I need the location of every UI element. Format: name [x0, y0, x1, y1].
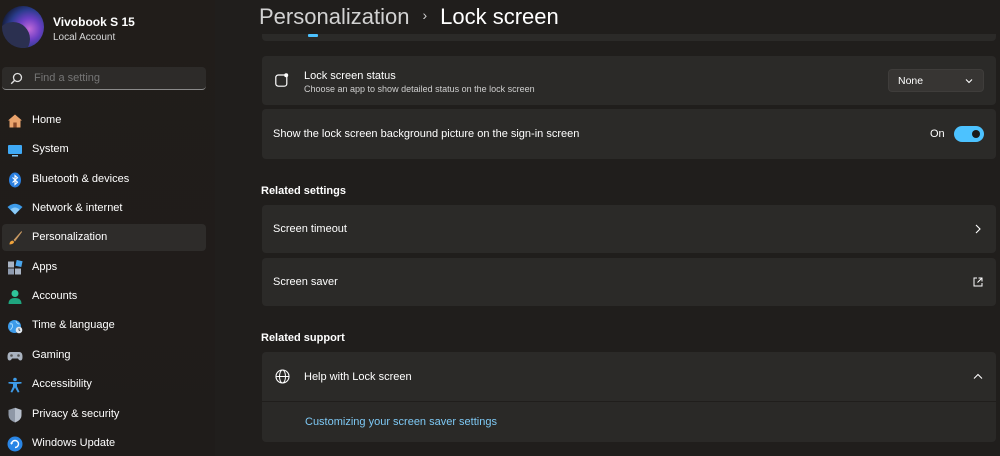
breadcrumb: Personalization › Lock screen: [259, 4, 559, 34]
search-input[interactable]: [34, 67, 199, 89]
lock-status-dropdown-value: None: [898, 75, 924, 87]
sidebar-item-label: Time & language: [32, 319, 115, 331]
sidebar-item-label: Gaming: [32, 349, 71, 361]
related-settings-title: Related settings: [261, 185, 346, 197]
bluetooth-icon: [9, 172, 21, 188]
sidebar-item-label: Privacy & security: [32, 408, 120, 420]
signin-background-toggle[interactable]: [954, 126, 984, 142]
avatar[interactable]: [2, 6, 44, 48]
sidebar-item-label: Accessibility: [32, 378, 92, 390]
toggle-knob: [972, 130, 980, 138]
sidebar-item-home[interactable]: Home: [2, 107, 206, 134]
screen-saver-row[interactable]: Screen saver: [262, 258, 996, 306]
sidebar-item-accessibility[interactable]: Accessibility: [2, 371, 206, 398]
sidebar-item-bluetooth[interactable]: Bluetooth & devices: [2, 166, 206, 193]
profile-name: Vivobook S 15: [53, 15, 135, 29]
sidebar-item-label: System: [32, 143, 69, 155]
home-icon: [8, 114, 22, 128]
help-content-panel: Customizing your screen saver settings: [262, 402, 996, 442]
sidebar-item-network[interactable]: Network & internet: [2, 195, 206, 222]
shield-icon: [8, 407, 22, 423]
help-lock-screen-expander[interactable]: Help with Lock screen: [262, 352, 996, 401]
lock-status-icon: [275, 73, 289, 87]
sidebar-item-time-language[interactable]: Time & language: [2, 312, 206, 339]
sidebar-item-apps[interactable]: Apps: [2, 254, 206, 281]
accounts-icon: [8, 290, 22, 304]
sidebar: Vivobook S 15 Local Account Home System: [0, 0, 215, 456]
chevron-down-icon: [965, 79, 973, 84]
breadcrumb-parent[interactable]: Personalization: [259, 4, 409, 29]
profile-account-type: Local Account: [53, 32, 116, 43]
sidebar-item-privacy-security[interactable]: Privacy & security: [2, 401, 206, 428]
breadcrumb-separator: ›: [422, 7, 428, 23]
sidebar-item-label: Windows Update: [32, 437, 116, 449]
sidebar-item-label: Personalization: [32, 231, 108, 243]
gamepad-icon: [7, 352, 23, 361]
help-link[interactable]: Customizing your screen saver settings: [305, 416, 497, 428]
sidebar-item-label: Network & internet: [32, 202, 123, 214]
brush-icon: [9, 231, 22, 245]
related-support-title: Related support: [261, 332, 345, 344]
search-box[interactable]: [2, 67, 206, 90]
accessibility-icon: [8, 377, 22, 393]
lock-screen-status-card: Lock screen status Choose an app to show…: [262, 56, 996, 105]
screen-timeout-row[interactable]: Screen timeout: [262, 205, 996, 253]
sidebar-item-label: Bluetooth & devices: [32, 173, 130, 185]
page-title: Lock screen: [440, 4, 559, 29]
sidebar-item-windows-update[interactable]: Windows Update: [2, 430, 206, 456]
system-icon: [8, 145, 22, 157]
sidebar-item-accounts[interactable]: Accounts: [2, 283, 206, 310]
globe-clock-icon: [8, 320, 23, 334]
help-title: Help with Lock screen: [304, 371, 412, 383]
lock-status-dropdown[interactable]: None: [888, 69, 984, 92]
profile-header[interactable]: Vivobook S 15 Local Account: [0, 4, 215, 50]
wifi-icon: [7, 203, 23, 215]
sidebar-item-personalization[interactable]: Personalization: [2, 224, 206, 251]
lock-status-description: Choose an app to show detailed status on…: [304, 84, 535, 94]
signin-background-card: Show the lock screen background picture …: [262, 109, 996, 159]
screen-timeout-label: Screen timeout: [273, 223, 347, 235]
open-external-icon: [973, 277, 983, 287]
sidebar-item-gaming[interactable]: Gaming: [2, 342, 206, 369]
lock-status-title: Lock screen status: [304, 70, 396, 82]
sidebar-item-system[interactable]: System: [2, 136, 206, 163]
chevron-right-icon: [975, 224, 981, 234]
search-icon: [10, 72, 23, 85]
toggle-state-label: On: [930, 128, 945, 140]
sidebar-item-label: Accounts: [32, 290, 78, 302]
chevron-up-icon: [973, 373, 983, 379]
update-icon: [7, 436, 23, 452]
globe-icon: [275, 369, 290, 384]
screen-saver-label: Screen saver: [273, 276, 338, 288]
signin-background-title: Show the lock screen background picture …: [273, 128, 580, 140]
scrolled-card-edge: [262, 34, 996, 41]
apps-icon: [8, 260, 23, 275]
sidebar-item-label: Home: [32, 114, 62, 126]
sidebar-item-label: Apps: [32, 261, 58, 273]
scrolled-toggle-accent: [308, 34, 318, 37]
